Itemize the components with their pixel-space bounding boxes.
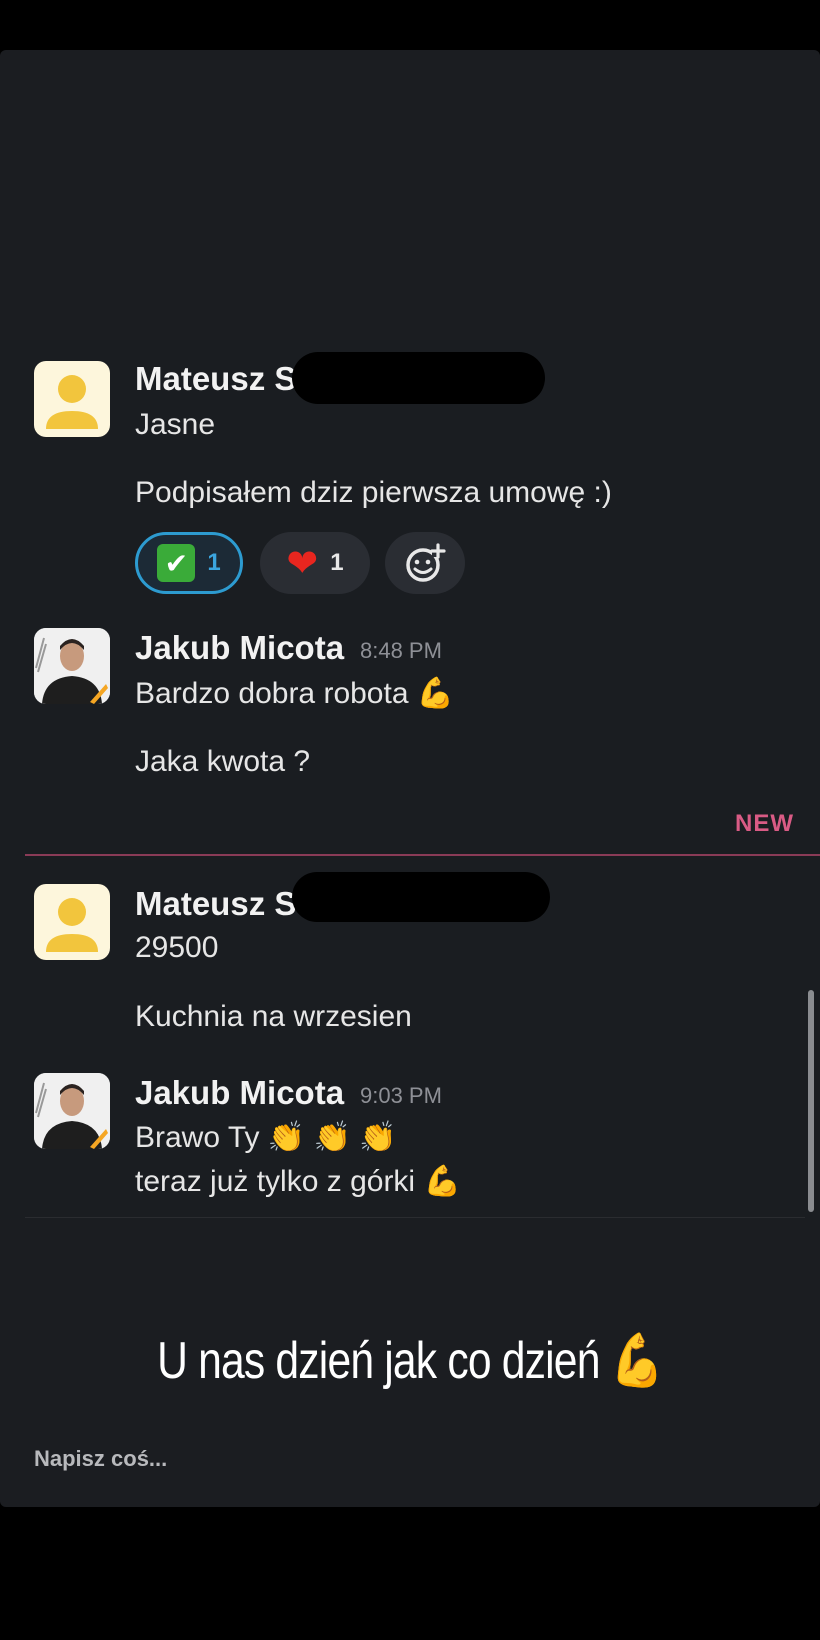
check-mark-icon: ✔ xyxy=(157,544,196,582)
message-author[interactable]: Jakub Micota xyxy=(135,629,344,667)
default-user-icon xyxy=(46,898,98,952)
user-photo xyxy=(34,628,110,704)
reaction-count: 1 xyxy=(207,549,221,576)
message-text: Jasne xyxy=(135,408,216,441)
message-author[interactable]: Mateusz S xyxy=(135,885,296,923)
message-text: Bardzo dobra robota 💪 xyxy=(135,676,455,711)
redaction-mark xyxy=(292,872,550,922)
message-text: 29500 xyxy=(135,931,219,964)
status-bar-area xyxy=(0,0,820,50)
message-timestamp: 9:03 PM xyxy=(360,1083,442,1108)
avatar[interactable] xyxy=(34,628,110,704)
heart-icon: ❤ xyxy=(286,541,319,585)
user-photo xyxy=(34,1073,110,1149)
bottom-area xyxy=(0,1507,820,1640)
message-text: Brawo Ty 👏 👏 👏 xyxy=(135,1120,397,1155)
clapping-hands-icon: 👏 xyxy=(359,1120,397,1155)
reaction-count: 1 xyxy=(330,549,344,576)
avatar[interactable] xyxy=(34,361,110,437)
add-reaction-icon xyxy=(406,543,446,582)
default-user-icon xyxy=(46,375,98,429)
message-text: teraz już tylko z górki 💪 xyxy=(135,1164,461,1199)
add-reaction-button[interactable] xyxy=(385,532,465,594)
reaction-check[interactable]: ✔ 1 xyxy=(135,532,243,594)
scrollbar[interactable] xyxy=(808,990,814,1212)
message-text: Jaka kwota ? xyxy=(135,745,311,778)
reaction-heart[interactable]: ❤ 1 xyxy=(260,532,370,594)
message-author[interactable]: Mateusz S xyxy=(135,360,296,398)
story-caption: U nas dzień jak co dzień 💪 xyxy=(157,1331,664,1391)
clapping-hands-icon: 👏 xyxy=(313,1120,351,1155)
clapping-hands-icon: 👏 xyxy=(267,1120,306,1155)
message-text: Podpisałem dziz pierwsza umowę :) xyxy=(135,476,612,509)
divider xyxy=(25,1217,805,1218)
avatar[interactable] xyxy=(34,884,110,960)
avatar[interactable] xyxy=(34,1073,110,1149)
new-messages-label: NEW xyxy=(735,810,794,837)
flexed-biceps-icon: 💪 xyxy=(423,1164,461,1199)
message-timestamp: 8:48 PM xyxy=(360,638,442,663)
new-messages-divider xyxy=(25,854,820,856)
redaction-mark xyxy=(292,352,545,404)
message-text: Kuchnia na wrzesien xyxy=(135,1000,412,1033)
flexed-biceps-icon: 💪 xyxy=(416,676,455,711)
message-author[interactable]: Jakub Micota xyxy=(135,1074,344,1112)
flexed-biceps-icon: 💪 xyxy=(610,1331,664,1391)
message-input[interactable]: Napisz coś... xyxy=(34,1446,167,1472)
